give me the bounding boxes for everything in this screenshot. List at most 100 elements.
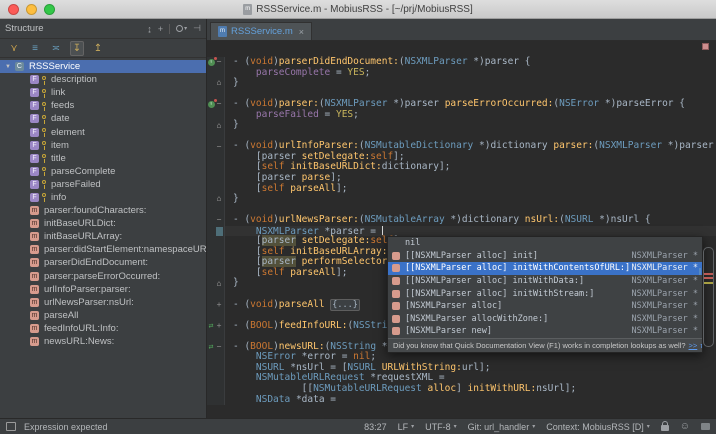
gutter[interactable]	[207, 89, 225, 100]
fold-end-icon[interactable]: ⌂	[217, 280, 222, 288]
toolwindow-toggle-icon[interactable]	[6, 422, 16, 431]
autoscroll-to-source-icon[interactable]: ↧	[70, 41, 84, 56]
structure-item-newsurl-news[interactable]: mnewsURL:News:	[0, 335, 206, 348]
fold-marker-slot[interactable]: −	[215, 141, 223, 152]
fold-marker-slot[interactable]	[215, 395, 223, 406]
completion-item[interactable]: [[NSXMLParser alloc] initWithContentsOfU…	[388, 262, 702, 275]
fold-marker-slot[interactable]	[215, 384, 223, 395]
code-line[interactable]: ⌂}	[207, 194, 716, 205]
gutter[interactable]: ↑−	[207, 99, 225, 110]
structure-item-title[interactable]: Ftitle	[0, 152, 206, 165]
fold-end-icon[interactable]: ⌂	[217, 195, 222, 203]
gutter[interactable]	[207, 110, 225, 121]
fold-collapsed-icon[interactable]: +	[217, 301, 222, 309]
structure-item-parsecomplete[interactable]: FparseComplete	[0, 165, 206, 178]
autoscroll-from-source-icon[interactable]: ↥	[91, 41, 105, 56]
fold-marker-slot[interactable]: −	[215, 342, 223, 353]
fold-marker-slot[interactable]	[215, 110, 223, 121]
recursive-call-icon[interactable]: ⇄	[209, 321, 214, 332]
structure-item-feeds[interactable]: Ffeeds	[0, 99, 206, 112]
line-ending-selector[interactable]: LF▾	[398, 422, 415, 432]
gutter[interactable]: ⇄+	[207, 321, 225, 332]
gutter[interactable]: ⌂	[207, 120, 225, 131]
fold-collapsed-icon[interactable]: +	[217, 322, 222, 330]
fold-marker-slot[interactable]	[215, 226, 223, 237]
fold-marker-slot[interactable]	[215, 257, 223, 268]
structure-item-feedinfourl-info[interactable]: mfeedInfoURL:Info:	[0, 322, 206, 335]
inspections-hector-icon[interactable]: ☺	[680, 422, 690, 432]
gutter[interactable]	[207, 162, 225, 173]
gutter[interactable]: ⌂	[207, 278, 225, 289]
gutter[interactable]	[207, 257, 225, 268]
fold-marker-slot[interactable]	[215, 131, 223, 142]
gutter[interactable]	[207, 236, 225, 247]
completion-item[interactable]: [NSXMLParser new]NSXMLParser *	[388, 325, 702, 338]
structure-item-parseall[interactable]: mparseAll	[0, 309, 206, 322]
gutter[interactable]	[207, 310, 225, 321]
structure-item-initbaseurldict[interactable]: minitBaseURLDict:	[0, 217, 206, 230]
completion-item[interactable]: [NSXMLParser alloc]NSXMLParser *	[388, 300, 702, 313]
encoding-selector[interactable]: UTF-8▾	[425, 422, 457, 432]
code-line[interactable]: ⌂}	[207, 78, 716, 89]
warning-stripe-mark[interactable]	[704, 282, 713, 284]
fold-open-icon[interactable]: −	[217, 216, 222, 224]
hint-link[interactable]: >>	[689, 341, 698, 350]
notification-bubble-icon[interactable]	[701, 423, 710, 430]
gutter[interactable]: −	[207, 215, 225, 226]
scroll-to-source-icon[interactable]: ↨	[147, 24, 152, 34]
gutter[interactable]	[207, 363, 225, 374]
gutter[interactable]	[207, 131, 225, 142]
gutter[interactable]	[207, 173, 225, 184]
completion-item[interactable]: nil	[388, 237, 702, 250]
fold-marker-slot[interactable]	[215, 373, 223, 384]
gutter[interactable]	[207, 268, 225, 279]
gutter[interactable]	[207, 184, 225, 195]
caret-stripe-mark[interactable]	[699, 268, 701, 275]
fold-marker-slot[interactable]	[215, 152, 223, 163]
code-line[interactable]: ⌂}	[207, 120, 716, 131]
gutter[interactable]	[207, 352, 225, 363]
structure-item-info[interactable]: Finfo	[0, 191, 206, 204]
code-line[interactable]: NSData *data =	[207, 395, 716, 406]
fold-open-icon[interactable]: −	[217, 58, 222, 66]
gutter[interactable]	[207, 331, 225, 342]
context-selector[interactable]: Context: MobiusRSS [D]▾	[546, 422, 650, 432]
structure-item-initbaseurlarray[interactable]: minitBaseURLArray:	[0, 230, 206, 243]
fold-open-icon[interactable]: −	[217, 143, 222, 151]
gutter[interactable]	[207, 289, 225, 300]
settings-gear-icon[interactable]: ▾	[176, 25, 187, 32]
fold-marker-slot[interactable]: −	[215, 215, 223, 226]
gutter[interactable]	[207, 247, 225, 258]
gutter[interactable]	[207, 373, 225, 384]
fold-marker-slot[interactable]: ⌂	[215, 194, 223, 205]
recursive-call-icon[interactable]: ⇄	[209, 342, 214, 353]
structure-item-parserdidenddocument[interactable]: mparserDidEndDocument:	[0, 256, 206, 269]
git-branch-selector[interactable]: Git: url_handler▾	[468, 422, 536, 432]
caret-position[interactable]: 83:27	[364, 422, 387, 432]
fold-marker-slot[interactable]	[215, 268, 223, 279]
error-stripe-mark[interactable]	[704, 277, 713, 279]
completion-item[interactable]: [[NSXMLParser alloc] initWithStream:]NSX…	[388, 287, 702, 300]
structure-item-link[interactable]: Flink	[0, 86, 206, 99]
gutter[interactable]	[207, 152, 225, 163]
zoom-window-button[interactable]	[44, 4, 55, 15]
gutter[interactable]	[207, 384, 225, 395]
fold-marker-slot[interactable]: ⌂	[215, 278, 223, 289]
structure-item-parser-didstartelement-namespaceuri[interactable]: mparser:didStartElement:namespaceURI:	[0, 243, 206, 256]
fold-marker-slot[interactable]: ⌂	[215, 78, 223, 89]
fold-marker-slot[interactable]	[215, 173, 223, 184]
fold-marker-slot[interactable]	[215, 289, 223, 300]
fold-marker-slot[interactable]	[215, 310, 223, 321]
sort-by-visibility-icon[interactable]: ⋎	[7, 41, 21, 56]
structure-item-parser-parseerroroccurred[interactable]: mparser:parseErrorOccurred:	[0, 270, 206, 283]
error-stripe-mark[interactable]	[704, 273, 713, 275]
fold-open-icon[interactable]: −	[217, 100, 222, 108]
fold-marker-slot[interactable]	[215, 89, 223, 100]
fold-marker-slot[interactable]: +	[215, 321, 223, 332]
fold-marker-slot[interactable]	[215, 162, 223, 173]
completion-item[interactable]: [NSXMLParser allocWithZone:]NSXMLParser …	[388, 313, 702, 326]
structure-item-parsefailed[interactable]: FparseFailed	[0, 178, 206, 191]
gutter[interactable]	[207, 395, 225, 406]
gutter[interactable]	[207, 68, 225, 79]
lock-icon[interactable]	[661, 425, 669, 431]
